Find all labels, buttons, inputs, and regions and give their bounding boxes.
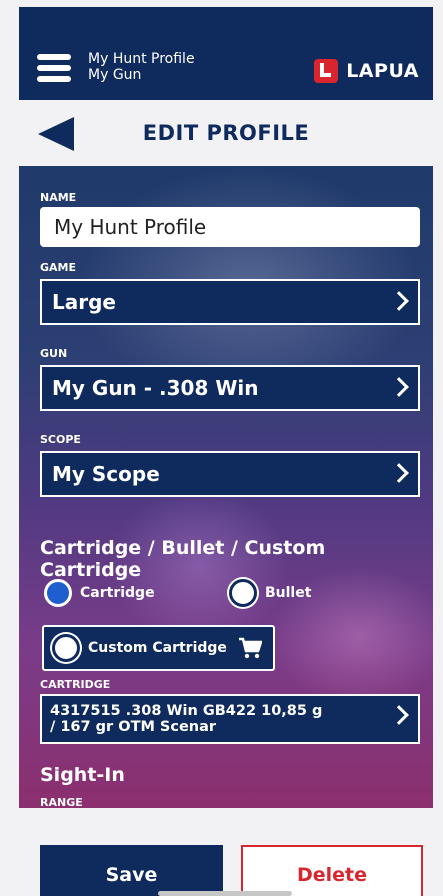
gun-label: GUN [40, 347, 68, 360]
radio-cartridge[interactable]: Cartridge [44, 579, 155, 607]
chevron-right-icon [389, 463, 409, 483]
profile-name: My Hunt Profile [88, 51, 195, 67]
cartridge-value-line2: / 167 gr OTM Scenar [50, 719, 217, 735]
sight-in-title: Sight-In [40, 764, 125, 786]
gun-value: My Gun - .308 Win [52, 376, 259, 400]
gun-name: My Gun [88, 67, 142, 83]
delete-button[interactable]: Delete [241, 845, 423, 896]
name-input[interactable]: My Hunt Profile [40, 207, 420, 247]
top-bar: My Hunt Profile My Gun LAPUA [19, 7, 433, 100]
radio-bullet-label: Bullet [265, 585, 312, 601]
radio-custom-cartridge[interactable]: Custom Cartridge [52, 634, 227, 662]
radio-selected-icon[interactable] [44, 579, 72, 607]
cartridge-label: CARTRIDGE [40, 678, 111, 691]
brand-name: LAPUA [346, 60, 419, 82]
gun-select[interactable]: My Gun - .308 Win [40, 365, 420, 411]
current-profile-info: My Hunt Profile My Gun [88, 51, 195, 83]
form-scroll-area[interactable]: NAME My Hunt Profile GAME Large GUN My G… [19, 166, 433, 808]
game-label: GAME [40, 261, 77, 274]
custom-cartridge-option[interactable]: Custom Cartridge [42, 625, 275, 671]
chevron-right-icon [389, 705, 409, 725]
chevron-right-icon [389, 377, 409, 397]
save-button[interactable]: Save [40, 845, 223, 896]
cartridge-select[interactable]: 4317515 .308 Win GB422 10,85 g / 167 gr … [40, 694, 420, 744]
range-label: RANGE [40, 796, 83, 808]
ammo-type-title: Cartridge / Bullet / Custom Cartridge [40, 537, 326, 581]
page-header: EDIT PROFILE [19, 100, 433, 166]
cartridge-value-line1: 4317515 .308 Win GB422 10,85 g [50, 703, 323, 719]
scope-label: SCOPE [40, 433, 81, 446]
radio-custom-cartridge-label: Custom Cartridge [88, 640, 227, 656]
game-select[interactable]: Large [40, 279, 420, 325]
action-bar: Save Delete [19, 808, 433, 896]
game-value: Large [52, 290, 116, 314]
hamburger-menu-icon[interactable] [37, 54, 71, 84]
radio-unselected-icon[interactable] [229, 579, 257, 607]
radio-cartridge-label: Cartridge [80, 585, 155, 601]
brand-logo: LAPUA [314, 59, 419, 83]
chevron-right-icon [389, 291, 409, 311]
scope-select[interactable]: My Scope [40, 451, 420, 497]
shopping-cart-icon[interactable] [238, 637, 262, 659]
phone-frame: My Hunt Profile My Gun LAPUA EDIT PROFIL… [0, 0, 443, 896]
lapua-logo-icon [314, 59, 339, 83]
page-title: EDIT PROFILE [142, 121, 310, 145]
home-indicator[interactable] [158, 891, 292, 896]
radio-bullet[interactable]: Bullet [229, 579, 311, 607]
app-window: My Hunt Profile My Gun LAPUA EDIT PROFIL… [19, 7, 433, 896]
radio-unselected-icon[interactable] [52, 634, 80, 662]
scope-value: My Scope [52, 462, 160, 486]
name-label: NAME [40, 191, 77, 204]
